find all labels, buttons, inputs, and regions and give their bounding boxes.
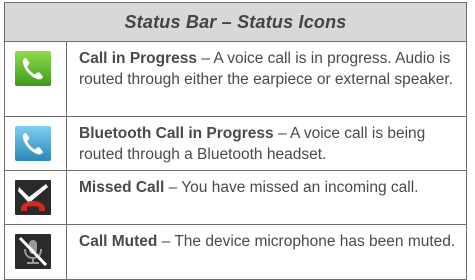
- call-muted-icon: [15, 234, 51, 269]
- row-text: Missed Call – You have missed an incomin…: [67, 171, 466, 224]
- missed-call-icon: [15, 180, 51, 215]
- bluetooth-call-in-progress-icon: [15, 126, 51, 161]
- row-name: Missed Call: [79, 179, 165, 196]
- row-name: Call in Progress: [79, 50, 198, 67]
- status-icons-table: Status Bar – Status Icons Call in Progre…: [4, 2, 467, 280]
- separator: –: [157, 233, 175, 250]
- separator: –: [197, 50, 214, 67]
- table-header: Status Bar – Status Icons: [5, 3, 466, 42]
- row-name: Call Muted: [79, 233, 158, 250]
- icon-cell: [5, 171, 67, 224]
- table-row: Call Muted – The device microphone has b…: [5, 225, 466, 279]
- table-row: Call in Progress – A voice call is in pr…: [5, 42, 466, 117]
- row-description: The device microphone has been muted.: [174, 233, 456, 250]
- call-in-progress-icon: [15, 51, 51, 86]
- row-text: Call in Progress – A voice call is in pr…: [67, 42, 466, 116]
- row-name: Bluetooth Call in Progress: [79, 125, 274, 142]
- icon-cell: [5, 117, 67, 170]
- row-description: You have missed an incoming call.: [181, 179, 419, 196]
- separator: –: [273, 125, 291, 142]
- separator: –: [164, 179, 182, 196]
- table-title: Status Bar – Status Icons: [124, 11, 347, 32]
- icon-cell: [5, 42, 67, 116]
- table-row: Bluetooth Call in Progress – A voice cal…: [5, 117, 466, 171]
- icon-cell: [5, 225, 67, 279]
- row-text: Bluetooth Call in Progress – A voice cal…: [67, 117, 466, 170]
- table-row: Missed Call – You have missed an incomin…: [5, 171, 466, 225]
- row-text: Call Muted – The device microphone has b…: [67, 225, 466, 279]
